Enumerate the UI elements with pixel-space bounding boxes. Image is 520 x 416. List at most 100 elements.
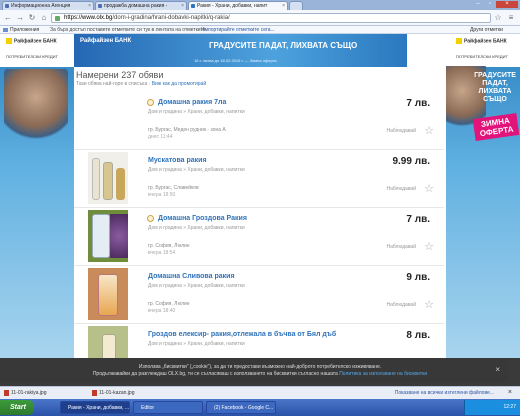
menu-icon[interactable]: ≡ — [506, 13, 516, 23]
bottle-image — [116, 168, 125, 200]
reload-icon[interactable]: ↻ — [27, 13, 37, 23]
top-banner-ad[interactable]: Райфайзен БАНК ГРАДУСИТЕ ПАДАТ, ЛИХВАТА … — [74, 34, 407, 67]
listing-row[interactable]: Домашна Гроздова Ракия Дом и градина » Х… — [74, 208, 444, 266]
taskbar-chrome[interactable]: Ракия - Храни, добавки, ... — [60, 401, 130, 414]
listing-row[interactable]: Гроздов елексир- ракия,отлежала в бъчва … — [74, 324, 444, 358]
tab-1[interactable]: Информационна Агенция × — [2, 1, 94, 10]
bottle-image — [102, 334, 116, 358]
listing-title[interactable]: Гроздов елексир- ракия,отлежала в бъчва … — [148, 331, 336, 338]
ad-tagline: ПОТРЕБИТЕЛСКИ КРЕДИТ — [456, 54, 508, 59]
listing-thumbnail[interactable] — [88, 268, 128, 320]
listing-time: вчера 18:54 — [148, 250, 176, 256]
promote-link[interactable]: Виж как да промотирай — [152, 81, 206, 87]
forward-icon[interactable]: → — [15, 13, 25, 23]
address-bar[interactable]: https://www.olx.bg/dom-i-gradina/hrani-d… — [51, 13, 491, 23]
listing-thumbnail[interactable] — [88, 326, 128, 358]
taskbar-editor[interactable]: Editor — [133, 401, 203, 414]
listing-row[interactable]: Домашна Сливова ракия Дом и градина » Хр… — [74, 266, 444, 324]
url-host: https://www.olx.bg — [64, 15, 113, 21]
taskbar-facebook[interactable]: (2) Facebook - Google C... — [206, 401, 276, 414]
browser-tab-bar: Информационна Агенция × продажба домашна … — [0, 0, 520, 10]
listing-location: гр. София, Люлин — [148, 301, 190, 307]
file-icon — [92, 390, 97, 396]
download-item[interactable]: 11-01-kazan.jpg — [90, 387, 135, 399]
listing-time: вчера 18:50 — [148, 192, 176, 198]
results-subline: Тази обява най-горе в списъка · Виж как … — [76, 81, 207, 87]
tab-label: продажба домашна ракия - — [104, 3, 168, 9]
listing-title[interactable]: Домашна Гроздова Ракия — [158, 215, 247, 222]
listing-category[interactable]: Дом и градина » Храни, добавки, напитки — [148, 109, 245, 115]
listing-title[interactable]: Домашна ракия 7ла — [158, 99, 226, 106]
star-icon[interactable]: ☆ — [424, 298, 434, 311]
apps-icon — [3, 28, 8, 32]
listing-price: 8 лв. — [406, 330, 430, 341]
other-bookmarks[interactable]: Други отметки — [470, 26, 503, 34]
watch-label[interactable]: Наблюдавай — [387, 302, 416, 308]
listing-category[interactable]: Дом и градина » Храни, добавки, напитки — [148, 283, 245, 289]
start-button[interactable]: Start — [0, 400, 34, 415]
tab-label: Ракия - Храни, добавки, напит — [197, 3, 268, 9]
bank-logo: Райфайзен БАНК — [456, 38, 507, 44]
watch-label[interactable]: Наблюдавай — [387, 128, 416, 134]
listing-price: 7 лв. — [406, 98, 430, 109]
listing-location: гр. София, Люлин — [148, 243, 190, 249]
close-icon[interactable]: × — [181, 2, 184, 10]
windows-taskbar: Start Ракия - Храни, добавки, ... Editor… — [0, 399, 520, 416]
tab-2[interactable]: продажба домашна ракия - × — [95, 1, 187, 10]
bookmarks-bar: Приложения За бърз достъп поставете отме… — [0, 26, 520, 34]
watch-label[interactable]: Наблюдавай — [387, 244, 416, 250]
star-icon[interactable]: ☆ — [424, 124, 434, 137]
listing-price: 9.99 лв. — [392, 156, 430, 167]
main-content: Райфайзен БАНК ГРАДУСИТЕ ПАДАТ, ЛИХВАТА … — [74, 34, 446, 358]
listing-thumbnail — [88, 94, 128, 146]
listing-thumbnail[interactable] — [88, 210, 128, 262]
show-all-downloads-link[interactable]: Показване на всички изтеглени файлове... — [395, 387, 494, 399]
close-icon[interactable]: × — [495, 366, 500, 374]
close-icon[interactable]: × — [508, 387, 512, 399]
close-icon[interactable]: × — [282, 2, 285, 10]
clock[interactable]: 12:27 — [503, 404, 516, 410]
star-icon[interactable]: ☆ — [424, 240, 434, 253]
home-icon[interactable]: ⌂ — [39, 13, 49, 23]
maximize-icon[interactable]: ▫ — [484, 1, 496, 8]
left-ad-wallpaper[interactable]: Райфайзен БАНК ПОТРЕБИТЕЛСКИ КРЕДИТ — [0, 34, 74, 358]
cookie-text-1: Използва „бисквитки“ („cookie“), за да т… — [138, 364, 382, 370]
listing-location: гр. Бургас, Меден рудник - зона А — [148, 127, 226, 133]
minimize-icon[interactable]: – — [472, 1, 484, 8]
cookie-policy-link[interactable]: Политика за използване на бисквитки — [339, 371, 427, 377]
right-ad-wallpaper[interactable]: Райфайзен БАНК ПОТРЕБИТЕЛСКИ КРЕДИТ ГРАД… — [438, 34, 520, 358]
bookmark-hint: За бърз достъп поставете отметките си ту… — [50, 27, 207, 33]
bookmark-apps[interactable]: Приложения — [10, 26, 39, 34]
listing-title[interactable]: Домашна Сливова ракия — [148, 273, 235, 280]
listing-category[interactable]: Дом и градина » Храни, добавки, напитки — [148, 341, 245, 347]
star-icon[interactable]: ☆ — [424, 182, 434, 195]
browser-toolbar: ← → ↻ ⌂ https://www.olx.bg/dom-i-gradina… — [0, 10, 520, 26]
no-photo-icon — [147, 99, 154, 106]
watch-label[interactable]: Наблюдавай — [387, 186, 416, 192]
download-item[interactable]: 11-01-rakiya.jpg — [2, 387, 46, 399]
url-path: /dom-i-gradina/hrani-dobavki-napitki/q-r… — [112, 15, 230, 21]
listing-thumbnail[interactable] — [88, 152, 128, 204]
listing-row[interactable]: Мускатова ракия Дом и градина » Храни, д… — [74, 150, 444, 208]
lock-icon — [55, 16, 60, 21]
results-count-heading: Намерени 237 обяви — [76, 70, 164, 80]
close-window-icon[interactable]: × — [496, 1, 518, 8]
tab-3-active[interactable]: Ракия - Храни, добавки, напит × — [188, 1, 288, 10]
listing-time: днес 11:44 — [148, 134, 173, 140]
listing-time: вчера 18:40 — [148, 308, 176, 314]
import-bookmarks-link[interactable]: Импортирайте отметките сега... — [201, 26, 275, 34]
star-bookmark-icon[interactable]: ☆ — [493, 13, 503, 23]
grapes-image — [110, 214, 128, 258]
listing-category[interactable]: Дом и градина » Храни, добавки, напитки — [148, 167, 245, 173]
listing-title[interactable]: Мускатова ракия — [148, 157, 207, 164]
back-icon[interactable]: ← — [3, 13, 13, 23]
close-icon[interactable]: × — [88, 2, 91, 10]
bottle-image — [98, 274, 118, 316]
new-tab-button[interactable] — [289, 1, 303, 10]
site-favicon — [5, 4, 9, 8]
system-tray: 12:27 — [464, 400, 520, 415]
banner-logo: Райфайзен БАНК — [80, 38, 132, 44]
site-favicon — [98, 4, 102, 8]
listing-row[interactable]: Домашна ракия 7ла Дом и градина » Храни,… — [74, 92, 444, 150]
listing-category[interactable]: Дом и градина » Храни, добавки, напитки — [148, 225, 245, 231]
